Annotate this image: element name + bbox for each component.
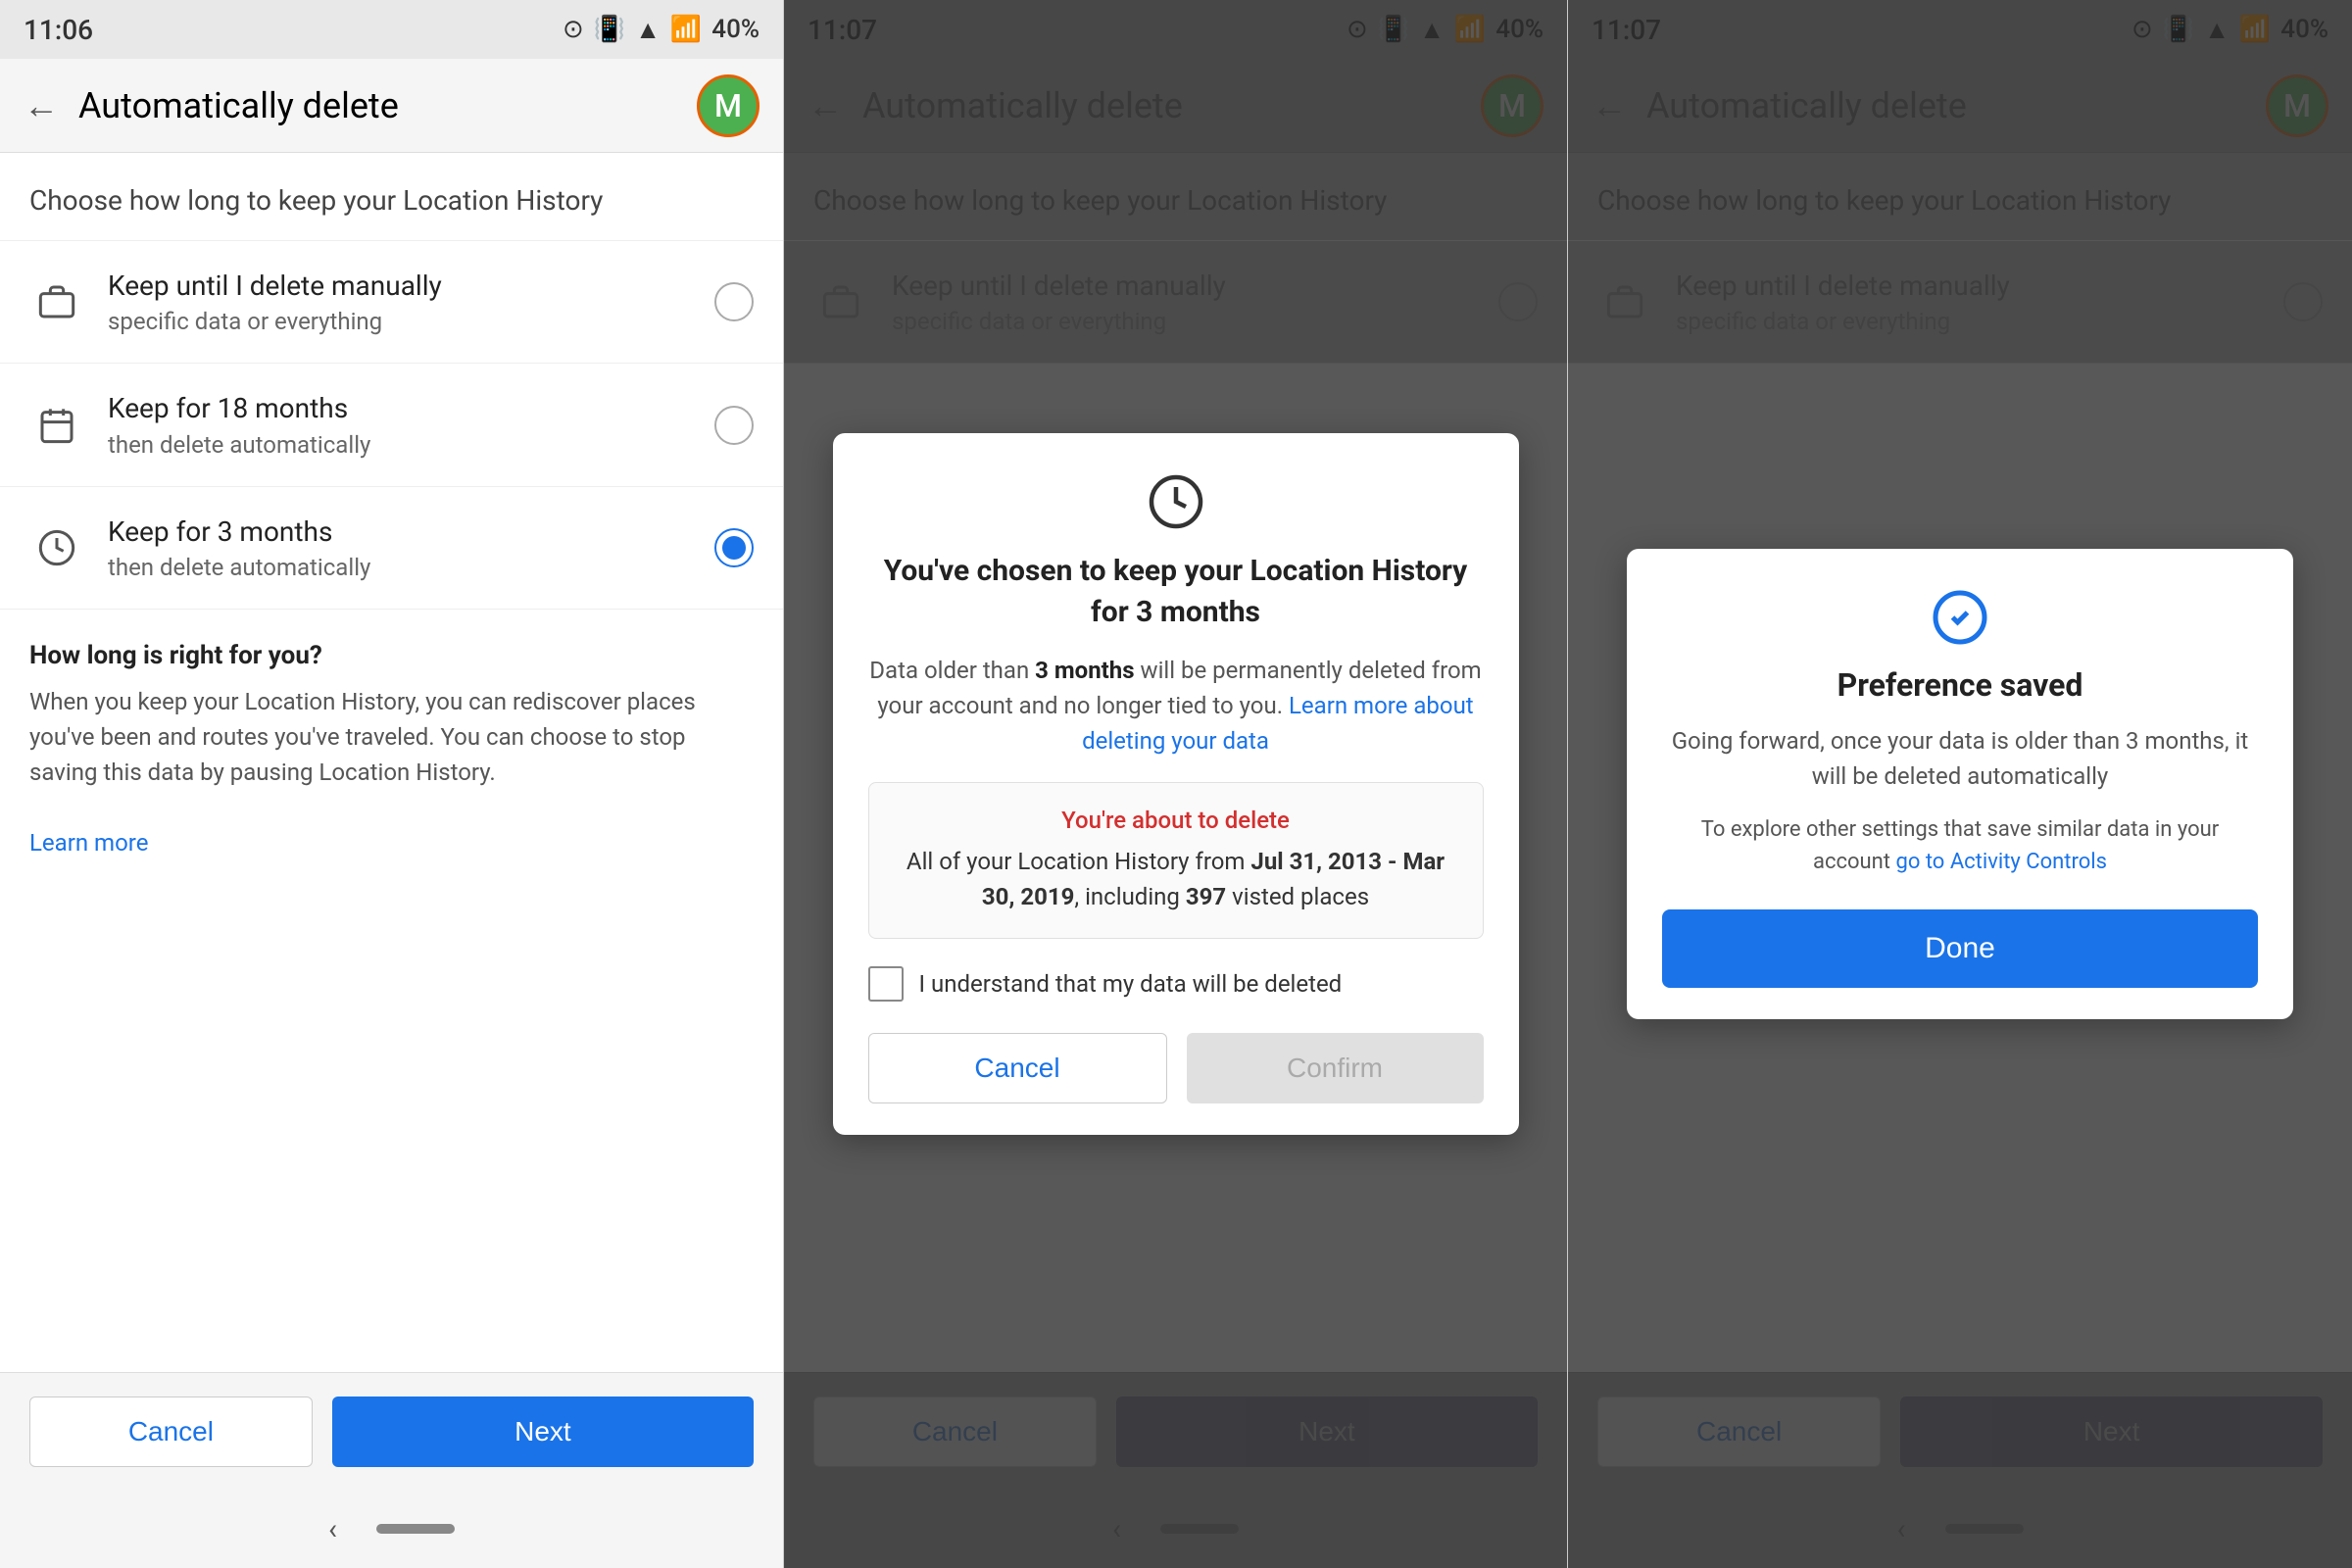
location-icon-1: ⊙: [563, 15, 584, 44]
radio-18m-1[interactable]: [714, 406, 754, 445]
option-manual-1[interactable]: Keep until I delete manually specific da…: [0, 241, 783, 364]
modal-confirm-body: Data older than 3 months will be permane…: [868, 653, 1484, 759]
status-time-1: 11:06: [24, 14, 93, 46]
done-button[interactable]: Done: [1662, 909, 2258, 988]
modal-warning-body: All of your Location History from Jul 31…: [893, 844, 1459, 914]
pref-saved-body: Going forward, once your data is older t…: [1662, 723, 2258, 794]
top-bar-title-1: Automatically delete: [78, 85, 677, 126]
warning-mid: , including: [1074, 883, 1185, 910]
wifi-icon-1: ▲: [635, 15, 661, 45]
preference-saved-modal: Preference saved Going forward, once you…: [1627, 549, 2293, 1019]
warning-post: visted places: [1226, 883, 1369, 910]
modal-confirm-title: You've chosen to keep your Location Hist…: [868, 551, 1484, 633]
phone-panel-2: 11:07 ⊙ 📳 ▲ 📶 40% ← Automatically delete…: [784, 0, 1568, 1568]
option-3m-1[interactable]: Keep for 3 months then delete automatica…: [0, 487, 783, 610]
top-bar-1: ← Automatically delete M: [0, 59, 783, 153]
calendar-icon-1: [29, 398, 84, 453]
pref-check-icon: [1662, 588, 2258, 647]
activity-controls-link[interactable]: go to Activity Controls: [1895, 850, 2107, 874]
modal-confirm-button[interactable]: Confirm: [1187, 1033, 1484, 1103]
modal-body-pre: Data older than: [869, 657, 1035, 684]
clock-icon-1: [29, 520, 84, 575]
pref-saved-title: Preference saved: [1662, 666, 2258, 704]
option-manual-text-1: Keep until I delete manually specific da…: [108, 269, 714, 335]
status-icons-1: ⊙ 📳 ▲ 📶 40%: [563, 15, 760, 45]
bottom-buttons-1: Cancel Next: [0, 1372, 783, 1490]
option-manual-title-1: Keep until I delete manually: [108, 269, 714, 304]
modal-warning-box: You're about to delete All of your Locat…: [868, 782, 1484, 939]
radio-manual-1[interactable]: [714, 282, 754, 321]
options-list-1: Keep until I delete manually specific da…: [0, 241, 783, 610]
option-3m-title-1: Keep for 3 months: [108, 514, 714, 550]
understand-checkbox[interactable]: [868, 966, 904, 1002]
learn-more-link-1[interactable]: Learn more: [29, 829, 148, 857]
option-3m-subtitle-1: then delete automatically: [108, 554, 714, 581]
option-3m-text-1: Keep for 3 months then delete automatica…: [108, 514, 714, 581]
radio-3m-1[interactable]: [714, 528, 754, 567]
modal-checkbox-row: I understand that my data will be delete…: [868, 966, 1484, 1002]
option-18m-1[interactable]: Keep for 18 months then delete automatic…: [0, 364, 783, 486]
avatar-1[interactable]: M: [697, 74, 760, 137]
status-bar-1: 11:06 ⊙ 📳 ▲ 📶 40%: [0, 0, 783, 59]
nav-back-1[interactable]: ‹: [328, 1512, 337, 1546]
pref-saved-body2: To explore other settings that save simi…: [1662, 813, 2258, 878]
page-heading-1: Choose how long to keep your Location Hi…: [0, 153, 783, 241]
signal-icon-1: 📶: [670, 15, 702, 44]
modal-clock-icon: [868, 472, 1484, 531]
battery-1: 40%: [711, 15, 760, 44]
option-18m-title-1: Keep for 18 months: [108, 391, 714, 426]
confirm-modal: You've chosen to keep your Location Hist…: [833, 433, 1519, 1135]
option-18m-text-1: Keep for 18 months then delete automatic…: [108, 391, 714, 458]
nav-bar-1: ‹: [0, 1490, 783, 1568]
info-body-1: When you keep your Location History, you…: [29, 684, 754, 860]
modal-overlay-2: You've chosen to keep your Location Hist…: [784, 0, 1567, 1568]
cancel-button-1[interactable]: Cancel: [29, 1396, 313, 1467]
warning-pre: All of your Location History from: [906, 848, 1251, 875]
next-button-1[interactable]: Next: [332, 1396, 754, 1467]
modal-body-bold: 3 months: [1035, 657, 1134, 684]
vibrate-icon-1: 📳: [594, 15, 625, 44]
modal-buttons: Cancel Confirm: [868, 1033, 1484, 1103]
radio-3m-inner-1: [722, 536, 746, 560]
modal-cancel-button[interactable]: Cancel: [868, 1033, 1167, 1103]
modal-warning-title: You're about to delete: [893, 807, 1459, 834]
info-section-1: How long is right for you? When you keep…: [0, 610, 783, 1372]
warning-count: 397: [1186, 883, 1226, 910]
option-manual-subtitle-1: specific data or everything: [108, 308, 714, 335]
phone-panel-1: 11:06 ⊙ 📳 ▲ 📶 40% ← Automatically delete…: [0, 0, 784, 1568]
nav-pill-1: [376, 1524, 455, 1534]
info-title-1: How long is right for you?: [29, 641, 754, 670]
phone-panel-3: 11:07 ⊙ 📳 ▲ 📶 40% ← Automatically delete…: [1568, 0, 2352, 1568]
back-button-1[interactable]: ←: [24, 85, 59, 126]
modal-overlay-3: Preference saved Going forward, once you…: [1568, 0, 2352, 1568]
checkbox-label: I understand that my data will be delete…: [919, 970, 1343, 998]
briefcase-icon-1: [29, 274, 84, 329]
option-18m-subtitle-1: then delete automatically: [108, 431, 714, 459]
